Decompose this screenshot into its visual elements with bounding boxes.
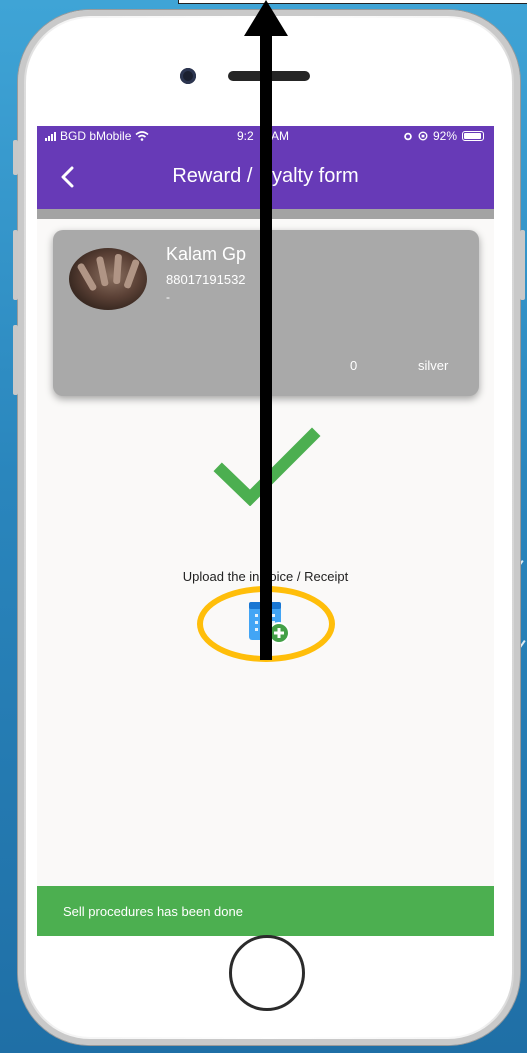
clock-suffix: AM — [271, 129, 290, 143]
user-phone: 88017191532 — [166, 272, 246, 287]
carrier-name: BGD bMobile — [60, 129, 132, 143]
user-name: Kalam Gp — [166, 244, 247, 264]
avatar — [69, 248, 147, 310]
user-points: 0 — [350, 358, 358, 373]
user-tier: silver — [418, 358, 449, 373]
upload-label-part: Upload the in — [182, 569, 260, 584]
snackbar: Sell procedures has been done — [37, 886, 494, 936]
user-extra: - — [166, 290, 170, 304]
wifi-icon — [135, 131, 149, 141]
phone-side-button — [13, 140, 18, 175]
alarm-icon — [404, 132, 412, 141]
annotation-box — [178, 0, 527, 4]
page-title-part: Reward / — [172, 165, 258, 187]
page-title-part: yalty form — [271, 165, 359, 187]
phone-side-button — [520, 230, 525, 300]
rotation-lock-icon — [418, 131, 428, 141]
phone-side-button — [13, 325, 18, 395]
annotation-arrow — [260, 30, 272, 660]
upload-label-part: oice / Receipt — [269, 569, 349, 584]
snackbar-message: Sell procedures has been done — [63, 904, 243, 919]
front-camera — [180, 68, 196, 84]
annotation-arrowhead — [244, 0, 288, 36]
clock-time: 9:2 — [237, 129, 254, 143]
phone-side-button — [13, 230, 18, 300]
battery-percent: 92% — [432, 129, 457, 143]
home-button[interactable] — [229, 935, 305, 1011]
signal-icon — [45, 131, 56, 141]
battery-icon — [462, 131, 484, 141]
